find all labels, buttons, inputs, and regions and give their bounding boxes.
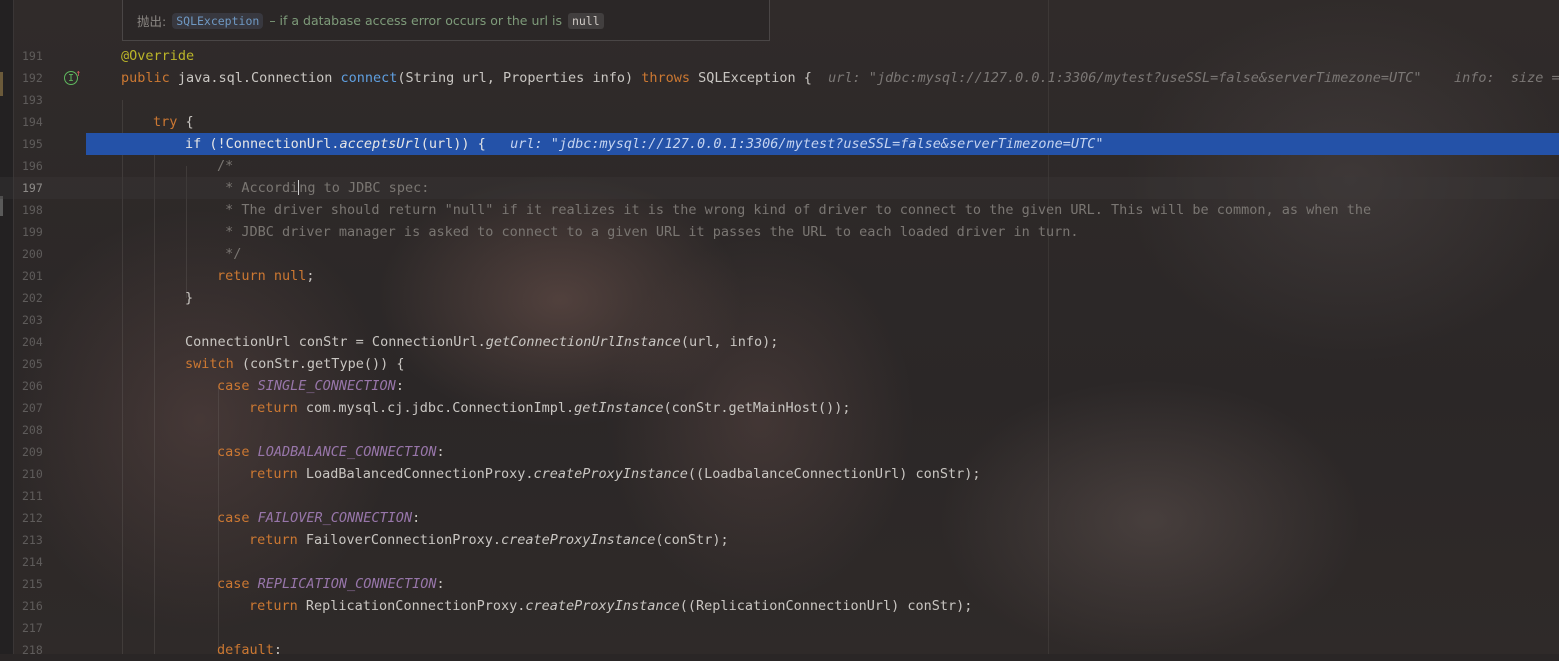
code-editor[interactable]: @Override public java.sql.Connection conn… [0,0,1559,658]
code-line[interactable]: return FailoverConnectionProxy.createPro… [0,529,1559,551]
code-token: ng to JDBC spec: [299,180,430,196]
code-line[interactable]: public java.sql.Connection connect(Strin… [0,67,1559,89]
code-line[interactable]: return com.mysql.cj.jdbc.ConnectionImpl.… [0,397,1559,419]
code-token: (url, info); [680,334,779,350]
code-token: java.sql.Connection [177,70,341,86]
code-token: getConnectionUrlInstance [485,334,681,350]
code-line[interactable]: switch (conStr.getType()) { [0,353,1559,375]
code-line[interactable]: * According to JDBC spec: [0,177,1559,199]
code-line[interactable]: ConnectionUrl conStr = ConnectionUrl.get… [0,331,1559,353]
code-token: return [249,466,306,482]
code-token: return [249,400,306,416]
code-token: (conStr); [655,532,729,548]
code-token: (String url, Properties info) [397,70,642,86]
code-token: SQLException { [698,70,829,86]
code-token: : [436,444,445,460]
code-line[interactable]: return ReplicationConnectionProxy.create… [0,595,1559,617]
code-line[interactable] [0,419,1559,441]
code-line[interactable]: */ [0,243,1559,265]
code-token: ((ReplicationConnectionUrl) conStr); [679,598,973,614]
code-token: ReplicationConnectionProxy. [305,598,526,614]
code-token: LoadBalancedConnectionProxy. [305,466,534,482]
code-token: REPLICATION_CONNECTION [257,576,437,592]
code-token: (conStr.getType()) { [241,356,405,372]
code-token: try [153,114,186,130]
inline-debug-value: url: "jdbc:mysql://127.0.0.1:3306/mytest… [828,70,1559,86]
code-token: case [217,444,258,460]
code-token: default [217,642,274,658]
code-token: /* [217,158,234,174]
code-line[interactable] [0,309,1559,331]
code-line[interactable]: case REPLICATION_CONNECTION: [0,573,1559,595]
code-token: return null [217,268,307,284]
code-token: LOADBALANCE_CONNECTION [257,444,437,460]
code-token: (conStr.getMainHost()); [663,400,851,416]
code-token: @Override [121,48,195,64]
code-token: case [217,510,258,526]
code-token: ; [306,268,315,284]
code-line[interactable]: case FAILOVER_CONNECTION: [0,507,1559,529]
code-token: case [217,576,258,592]
code-line[interactable]: default: [0,639,1559,661]
code-token: */ [217,246,242,262]
code-token: com.mysql.cj.jdbc.ConnectionImpl. [305,400,575,416]
code-token: switch [185,356,242,372]
code-token: connect [340,70,398,86]
code-token: * The driver should return "null" if it … [217,202,1372,218]
code-line[interactable] [0,551,1559,573]
code-token: createProxyInstance [533,466,688,482]
code-token: createProxyInstance [500,532,656,548]
code-line[interactable]: try { [0,111,1559,133]
code-token: FailoverConnectionProxy. [305,532,501,548]
code-token: : [436,576,445,592]
code-token: : [412,510,421,526]
code-line[interactable]: * JDBC driver manager is asked to connec… [0,221,1559,243]
code-token: * JDBC driver manager is asked to connec… [217,224,1079,240]
code-token: } [185,290,194,306]
code-line[interactable] [0,485,1559,507]
code-line[interactable] [0,89,1559,111]
code-token: ((LoadbalanceConnectionUrl) conStr); [687,466,981,482]
code-token: throws [641,70,699,86]
code-token: ConnectionUrl conStr = ConnectionUrl. [185,334,486,350]
code-token: : [273,642,283,658]
code-token: getInstance [574,400,664,416]
code-token: return [249,598,306,614]
code-line[interactable] [0,617,1559,639]
code-line[interactable]: @Override [0,45,1559,67]
code-token: createProxyInstance [525,598,680,614]
code-token: SINGLE_CONNECTION [257,378,396,394]
code-token: : [395,378,404,394]
code-token: public [121,70,178,86]
code-line[interactable]: return null; [0,265,1559,287]
code-token: case [217,378,258,394]
code-token: return [249,532,306,548]
code-line[interactable]: case SINGLE_CONNECTION: [0,375,1559,397]
code-line[interactable]: case LOADBALANCE_CONNECTION: [0,441,1559,463]
code-line[interactable]: } [0,287,1559,309]
code-token: (url)) { [420,136,511,152]
inline-debug-value: url: "jdbc:mysql://127.0.0.1:3306/mytest… [510,136,1104,152]
code-token: acceptsUrl [339,136,421,152]
code-line[interactable]: return LoadBalancedConnectionProxy.creat… [0,463,1559,485]
code-line[interactable]: * The driver should return "null" if it … [0,199,1559,221]
execution-point-line[interactable]: if (!ConnectionUrl.acceptsUrl(url)) { ur… [86,133,1559,155]
code-line[interactable]: /* [0,155,1559,177]
code-token: if (!ConnectionUrl. [185,136,340,152]
code-token: FAILOVER_CONNECTION [257,510,413,526]
code-token: { [185,114,194,130]
code-token: * Accordi [217,180,299,196]
